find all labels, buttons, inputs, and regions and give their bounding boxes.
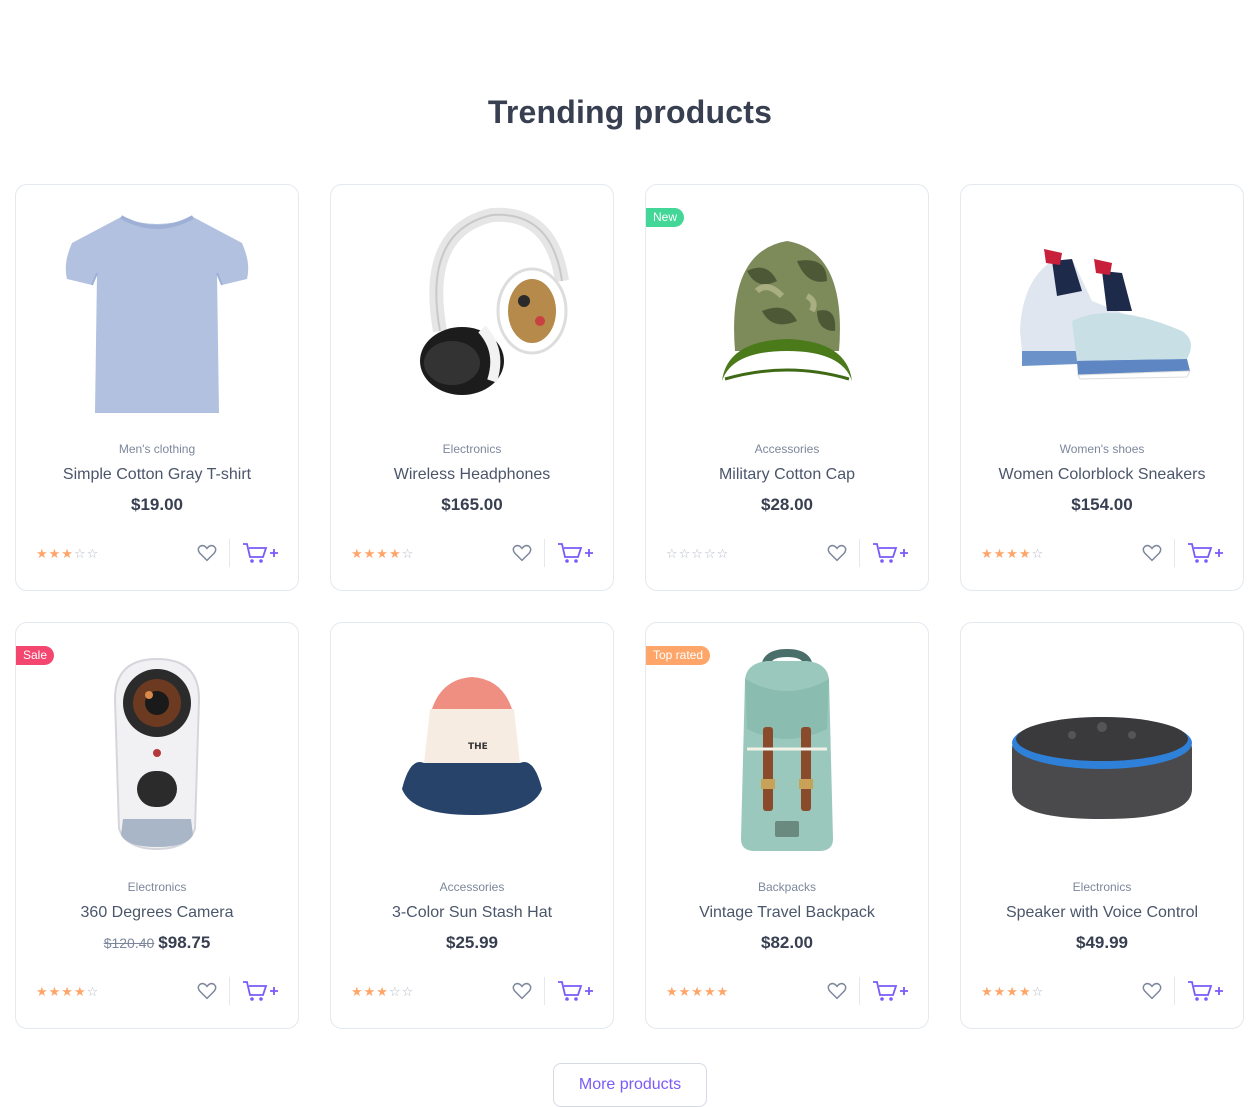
add-to-cart-icon[interactable]	[242, 979, 280, 1003]
product-card[interactable]: Top rated Backpacks Vintage Travel Backp…	[645, 622, 929, 1029]
divider	[229, 539, 230, 567]
product-card[interactable]: THE Accessories 3-Color Sun Stash Hat $2…	[330, 622, 614, 1029]
product-category: Accessories	[754, 442, 820, 456]
product-card[interactable]: Men's clothing Simple Cotton Gray T-shir…	[15, 184, 299, 591]
product-card[interactable]: Women's shoes Women Colorblock Sneakers …	[960, 184, 1244, 591]
product-price: $165.00	[441, 495, 503, 514]
product-image-tshirt[interactable]	[16, 201, 298, 433]
product-category: Electronics	[442, 442, 502, 456]
star-rating: ★★★★☆	[36, 984, 100, 999]
product-name[interactable]: 3-Color Sun Stash Hat	[331, 904, 613, 922]
heart-icon[interactable]	[1141, 542, 1163, 564]
product-price: $49.99	[1076, 933, 1128, 952]
heart-icon[interactable]	[826, 542, 848, 564]
heart-icon[interactable]	[826, 980, 848, 1002]
product-card[interactable]: Sale Electronics 360 Degrees Camera $120…	[15, 622, 299, 1029]
divider	[229, 977, 230, 1005]
old-price: $120.40	[103, 935, 155, 951]
product-card[interactable]: Electronics Wireless Headphones $165.00 …	[330, 184, 614, 591]
sale-badge: Sale	[16, 646, 55, 665]
product-category: Accessories	[439, 880, 505, 894]
product-category: Women's shoes	[1059, 442, 1145, 456]
product-name[interactable]: Speaker with Voice Control	[961, 904, 1243, 922]
product-name[interactable]: Women Colorblock Sneakers	[961, 466, 1243, 484]
add-to-cart-icon[interactable]	[557, 541, 595, 565]
product-category: Men's clothing	[118, 442, 196, 456]
product-price: $154.00	[1071, 495, 1133, 514]
star-rating: ★★★★☆	[981, 546, 1045, 561]
star-rating: ★★★★☆	[981, 984, 1045, 999]
product-image-backpack[interactable]	[646, 639, 928, 871]
divider	[859, 977, 860, 1005]
add-to-cart-icon[interactable]	[1187, 541, 1225, 565]
star-rating: ★★★★☆	[351, 546, 415, 561]
product-price: $120.40 $98.75	[103, 933, 211, 952]
product-category: Backpacks	[757, 880, 817, 894]
heart-icon[interactable]	[196, 980, 218, 1002]
product-card[interactable]: New Accessories Military Cotton Cap $28.…	[645, 184, 929, 591]
product-price: $19.00	[131, 495, 183, 514]
product-card[interactable]: Electronics Speaker with Voice Control $…	[960, 622, 1244, 1029]
add-to-cart-icon[interactable]	[242, 541, 280, 565]
divider	[544, 539, 545, 567]
divider	[1174, 539, 1175, 567]
product-image-headphones[interactable]	[331, 201, 613, 433]
product-price: $25.99	[446, 933, 498, 952]
star-rating: ★★★☆☆	[36, 546, 100, 561]
section-title: Trending products	[487, 94, 773, 130]
divider	[1174, 977, 1175, 1005]
top-rated-badge: Top rated	[646, 646, 711, 665]
new-badge: New	[646, 208, 685, 227]
heart-icon[interactable]	[1141, 980, 1163, 1002]
add-to-cart-icon[interactable]	[872, 979, 910, 1003]
product-price: $82.00	[761, 933, 813, 952]
product-name[interactable]: Military Cotton Cap	[646, 466, 928, 484]
heart-icon[interactable]	[196, 542, 218, 564]
heart-icon[interactable]	[511, 542, 533, 564]
product-price: $28.00	[761, 495, 813, 514]
star-rating: ★★★★★	[666, 984, 730, 999]
star-rating: ☆☆☆☆☆	[666, 546, 730, 561]
product-image-cap[interactable]	[646, 201, 928, 433]
product-name[interactable]: 360 Degrees Camera	[16, 904, 298, 922]
add-to-cart-icon[interactable]	[1187, 979, 1225, 1003]
product-image-camera[interactable]	[16, 639, 298, 871]
add-to-cart-icon[interactable]	[557, 979, 595, 1003]
product-image-bucket-hat[interactable]: THE	[331, 639, 613, 871]
product-image-sneakers[interactable]	[961, 201, 1243, 433]
more-products-button[interactable]: More products	[553, 1063, 707, 1107]
heart-icon[interactable]	[511, 980, 533, 1002]
divider	[544, 977, 545, 1005]
product-name[interactable]: Simple Cotton Gray T-shirt	[16, 466, 298, 484]
product-category: Electronics	[127, 880, 187, 894]
product-category: Electronics	[1072, 880, 1132, 894]
product-name[interactable]: Vintage Travel Backpack	[646, 904, 928, 922]
add-to-cart-icon[interactable]	[872, 541, 910, 565]
product-image-smart-speaker[interactable]	[961, 639, 1243, 871]
svg-text:THE: THE	[468, 742, 488, 752]
divider	[859, 539, 860, 567]
star-rating: ★★★☆☆	[351, 984, 415, 999]
product-name[interactable]: Wireless Headphones	[331, 466, 613, 484]
